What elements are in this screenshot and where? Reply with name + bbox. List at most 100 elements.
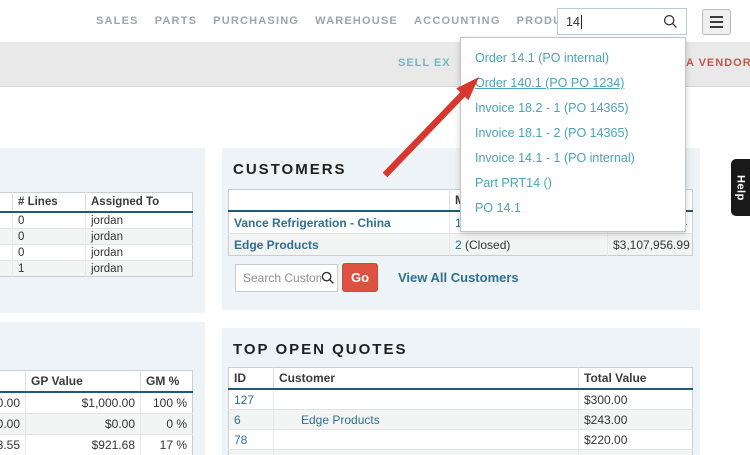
table-cell: jordan [86,212,193,229]
column-header [0,371,26,393]
customer-link[interactable]: Edge Products [234,238,319,252]
search-icon[interactable] [663,14,678,29]
quote-link[interactable]: 2 [455,238,462,252]
table-cell: 0 [13,212,86,229]
table-cell: jordan [86,229,193,245]
table-row: 0jordan [0,212,193,229]
customer-link[interactable]: Edge Products [301,413,380,427]
add-vendor-link[interactable]: A VENDOR [686,57,750,69]
column-header [229,190,450,212]
table-cell [0,261,13,277]
table-cell: $0.00 [0,392,26,414]
gp-value-table: GP ValueGM % $0.00$1,000.00100 %$0.00$0.… [0,370,193,455]
nav-item-accounting[interactable]: ACCOUNTING [414,15,501,27]
search-result-item[interactable]: Invoice 14.1 - 1 (PO internal) [461,146,685,171]
hamburger-menu-button[interactable] [702,9,731,35]
quote-id-link[interactable]: 127 [234,393,254,407]
top-open-quotes-panel: TOP OPEN QUOTES IDCustomerTotal Value 12… [222,328,700,455]
view-all-customers-link[interactable]: View All Customers [398,270,519,285]
customer-name-cell: Edge Products [229,234,450,256]
help-tab-label: Help [735,175,747,201]
go-button[interactable]: Go [342,263,378,292]
customer-search-icon[interactable] [321,271,335,285]
table-header-row: # LinesAssigned To [0,193,193,213]
nav-item-sales[interactable]: SALES [96,15,139,27]
quote-id-link[interactable]: 6 [234,413,241,427]
table-row: 1jordan [0,261,193,277]
nav-item-parts[interactable]: PARTS [155,15,197,27]
table-cell: $0.00 [26,414,141,435]
quote-id-cell: 78 [229,430,274,450]
table-row: 03.55$921.6817 % [0,435,193,455]
total-value-cell: $300.00 [579,389,693,410]
column-header [0,193,13,213]
quote-id-cell: 6 [229,410,274,430]
left-panel-bottom: GP ValueGM % $0.00$1,000.00100 %$0.00$0.… [0,322,205,455]
help-tab[interactable]: Help [731,159,750,216]
table-row: 0jordan [0,245,193,261]
table-row: $0.00$0.000 % [0,414,193,435]
table-cell: 0 [13,245,86,261]
top-nav: SALESPARTSPURCHASINGWAREHOUSEACCOUNTINGP… [0,0,750,42]
customer-name-cell: Vance Refrigeration - China [229,211,450,234]
search-result-item[interactable]: PO 14.1 [461,196,685,221]
quote-id-cell: 127 [229,389,274,410]
search-result-item[interactable]: Part PRT14 () [461,171,685,196]
nav-item-warehouse[interactable]: WAREHOUSE [315,15,398,27]
ytd-sales-cell: $3,107,956.99 [608,234,693,256]
table-row: 8Edge Products$202.10 [229,450,693,455]
quotes-panel-title: TOP OPEN QUOTES [233,341,700,358]
quote-customer-cell [274,430,579,450]
total-value-cell: $202.10 [579,450,693,455]
table-cell: 100 % [141,392,193,414]
global-search-input[interactable]: 14 [557,8,687,35]
column-header: Total Value [579,368,693,390]
open-quotes-table: IDCustomerTotal Value 127 $300.00 6 Edge Pr… [228,367,693,455]
table-cell: jordan [86,245,193,261]
table-cell [0,245,13,261]
hamburger-icon [710,16,723,18]
sell-excess-link[interactable]: SELL EX [398,57,451,69]
table-cell: 17 % [141,435,193,455]
column-header: GP Value [26,371,141,393]
search-input-value[interactable]: 14 [566,15,580,29]
table-row: 6 Edge Products $243.00 [229,410,693,430]
table-row: $0.00$1,000.00100 % [0,392,193,414]
column-header: Assigned To [86,193,193,213]
search-results-dropdown: Order 14.1 (PO internal)Order 140.1 (PO … [460,37,686,232]
table-cell: 0 [13,229,86,245]
left-panel-top: # LinesAssigned To 0jordan0jordan0jordan… [0,148,205,313]
column-header: GM % [141,371,193,393]
table-header-row: IDCustomerTotal Value [229,368,693,390]
search-result-item[interactable]: Invoice 18.2 - 1 (PO 14365) [461,96,685,121]
table-cell: $1,000.00 [26,392,141,414]
customer-link[interactable]: Vance Refrigeration - China [234,216,391,230]
nav-item-purchasing[interactable]: PURCHASING [213,15,299,27]
quote-id-cell: 8 [229,450,274,455]
column-header: ID [229,368,274,390]
quote-id-link[interactable]: 78 [234,433,247,447]
table-row: Edge Products 2 (Closed)$3,107,956.99 [229,234,693,256]
table-cell: 1 [13,261,86,277]
search-result-item[interactable]: Order 14.1 (PO internal) [461,46,685,71]
quote-customer-cell: Edge Products [274,450,579,455]
lines-assigned-table: # LinesAssigned To 0jordan0jordan0jordan… [0,192,193,277]
table-cell [0,229,13,245]
table-cell: 0 % [141,414,193,435]
table-row: 78$220.00 [229,430,693,450]
erp-dashboard: SALES PARTS PURCHASING WAREHOUSE ACCOUNTING P… [0,0,750,455]
recent-quote-cell: 2 (Closed) [450,234,608,256]
table-header-row: GP ValueGM % [0,371,193,393]
table-cell [0,212,13,229]
customers-actions: Go View All Customers [235,263,700,292]
table-row: 0jordan [0,229,193,245]
table-cell: $921.68 [26,435,141,455]
search-result-item[interactable]: Invoice 18.1 - 2 (PO 14365) [461,121,685,146]
quote-customer-cell [274,389,579,410]
column-header: # Lines [13,193,86,213]
quote-customer-cell: Edge Products [274,410,579,430]
text-cursor [581,15,582,29]
total-value-cell: $243.00 [579,410,693,430]
table-cell: $0.00 [0,414,26,435]
search-result-item[interactable]: Order 140.1 (PO PO 1234) [461,71,685,96]
